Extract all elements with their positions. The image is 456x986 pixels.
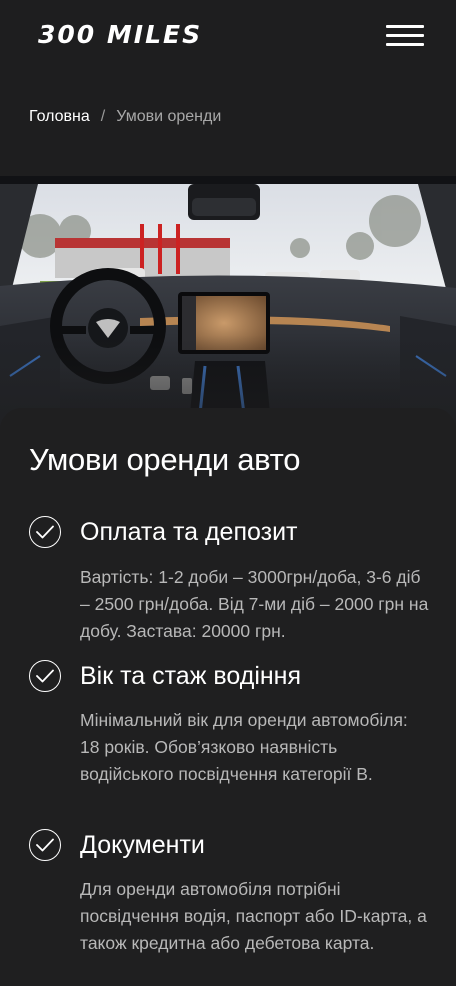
page: 300 MILES Головна / Умови оренди Умови о… [0, 0, 456, 986]
breadcrumb-separator: / [100, 108, 106, 125]
breadcrumb: Головна / Умови оренди [29, 108, 221, 126]
documents-title: Документи [80, 831, 205, 859]
age-experience-text: Мінімальний вік для оренди автомобіля: 1… [80, 710, 408, 784]
breadcrumb-current: Умови оренди [116, 108, 222, 125]
terms-title: Умови оренди авто [29, 442, 301, 477]
check-circle-icon [29, 829, 61, 861]
payment-deposit-title: Оплата та депозит [80, 518, 298, 546]
documents-text: Для оренди автомобіля потрібні посвідчен… [80, 879, 427, 953]
menu-line [386, 43, 424, 46]
check-circle-icon [29, 660, 61, 692]
breadcrumb-home-link[interactable]: Головна [29, 108, 90, 126]
menu-line [386, 25, 424, 28]
age-experience-title: Вік та стаж водіння [80, 662, 302, 690]
site-header: 300 MILES [0, 0, 456, 72]
hamburger-menu-icon[interactable] [386, 24, 424, 48]
payment-deposit-text: Вартість: 1-2 доби – 3000грн/доба, 3-6 д… [80, 567, 429, 641]
menu-line [386, 34, 424, 37]
check-circle-icon [29, 516, 61, 548]
site-logo[interactable]: 300 MILES [38, 20, 202, 49]
